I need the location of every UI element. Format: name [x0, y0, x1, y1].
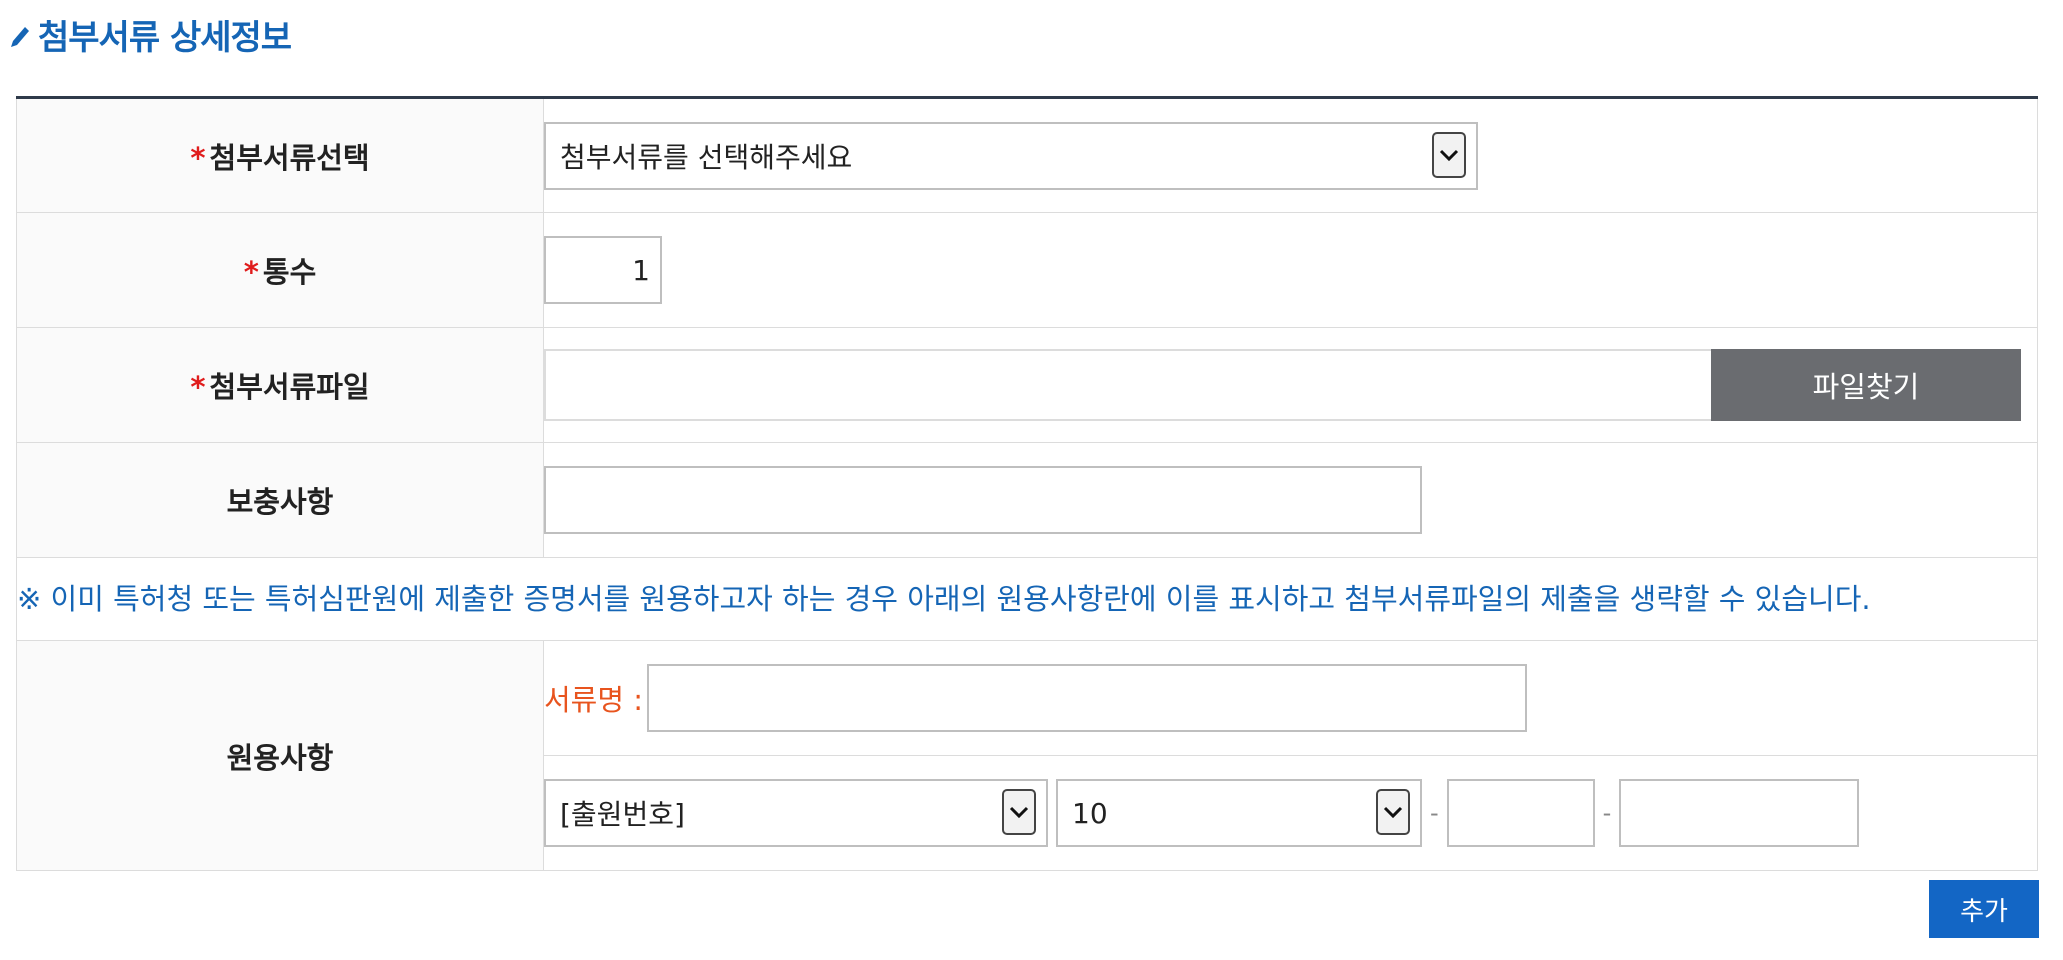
attachment-form: * 첨부서류선택 첨부서류를 선택해주세요 * 통수 1 * 첨부서류파일 파일…	[16, 96, 2038, 871]
doc-name-input[interactable]	[647, 664, 1528, 732]
supplement-cell	[543, 442, 2038, 558]
copies-label-cell: * 통수	[16, 212, 544, 328]
file-picker: 파일찾기	[544, 349, 2021, 421]
row-doc-file: * 첨부서류파일 파일찾기	[16, 327, 2038, 443]
doc-select-label: 첨부서류선택	[209, 140, 370, 175]
supplement-label-cell: 보충사항	[16, 442, 544, 558]
number-serial-input[interactable]	[1619, 779, 1860, 847]
required-mark: *	[190, 370, 206, 404]
chevron-down-icon[interactable]	[1376, 789, 1410, 835]
citation-label: 원용사항	[226, 740, 334, 775]
add-button[interactable]: 추가	[1929, 880, 2039, 938]
number-type-select[interactable]: [출원번호]	[544, 779, 1048, 847]
doc-type-select[interactable]: 첨부서류를 선택해주세요	[544, 121, 1478, 190]
doc-select-label-cell: * 첨부서류선택	[16, 96, 544, 213]
row-copies: * 통수 1	[16, 212, 2038, 328]
supplement-label: 보충사항	[226, 485, 334, 519]
citation-label-cell: 원용사항	[16, 640, 544, 871]
doc-file-cell: 파일찾기	[543, 327, 2038, 443]
number-code-select[interactable]: 10	[1056, 779, 1422, 847]
section-header: 첨부서류 상세정보	[8, 14, 292, 58]
copies-cell: 1	[543, 212, 2038, 328]
application-number-group: [출원번호] 10 - -	[544, 779, 2037, 847]
section-title: 첨부서류 상세정보	[38, 17, 292, 58]
citation-docname-cell: 서류명 :	[543, 640, 2038, 756]
doc-type-select-value: 첨부서류를 선택해주세요	[560, 140, 853, 174]
row-supplement: 보충사항	[16, 442, 2038, 558]
pencil-icon	[11, 27, 29, 47]
doc-file-label: 첨부서류파일	[209, 370, 370, 404]
file-path-input[interactable]	[544, 349, 1711, 421]
row-citation-docname: 원용사항 서류명 :	[16, 640, 2038, 871]
find-file-button[interactable]: 파일찾기	[1711, 349, 2021, 421]
number-separator: -	[1602, 799, 1612, 827]
copies-input[interactable]: 1	[544, 236, 662, 304]
copies-label: 통수	[262, 255, 317, 289]
number-code-value: 10	[1072, 796, 1108, 830]
doc-file-label-cell: * 첨부서류파일	[16, 327, 544, 443]
row-notice: ※ 이미 특허청 또는 특허심판원에 제출한 증명서를 원용하고자 하는 경우 …	[16, 557, 2038, 641]
required-mark: *	[190, 140, 206, 175]
copies-value: 1	[632, 253, 650, 287]
supplement-input[interactable]	[544, 466, 1422, 534]
number-separator: -	[1430, 799, 1439, 827]
citation-notice: ※ 이미 특허청 또는 특허심판원에 제출한 증명서를 원용하고자 하는 경우 …	[16, 557, 2038, 641]
row-doc-select: * 첨부서류선택 첨부서류를 선택해주세요	[16, 96, 2038, 213]
doc-select-cell: 첨부서류를 선택해주세요	[543, 96, 2038, 213]
chevron-down-icon[interactable]	[1002, 789, 1036, 835]
citation-number-cell: [출원번호] 10 - -	[543, 755, 2038, 871]
doc-name-group: 서류명 :	[544, 664, 2037, 732]
number-type-value: [출원번호]	[560, 798, 685, 831]
number-year-input[interactable]	[1446, 779, 1595, 847]
doc-name-label: 서류명 :	[544, 683, 644, 717]
chevron-down-icon[interactable]	[1432, 131, 1466, 178]
required-mark: *	[243, 255, 259, 289]
